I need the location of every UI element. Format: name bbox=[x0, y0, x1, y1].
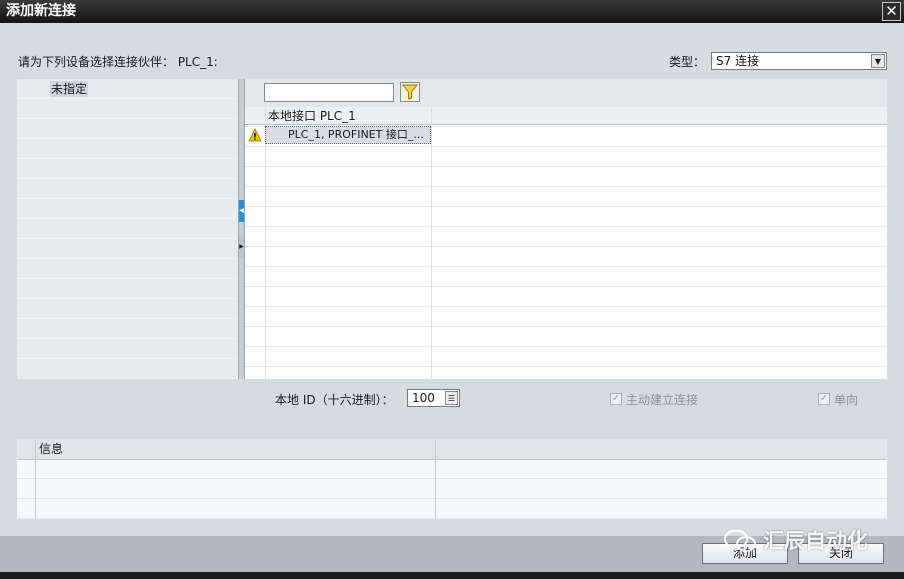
panel-splitter[interactable] bbox=[238, 79, 245, 379]
unidirectional-label: 单向 bbox=[834, 393, 859, 407]
wechat-icon bbox=[724, 529, 756, 552]
info-header-label: 信息 bbox=[39, 442, 64, 456]
table-row[interactable]: PLC_1, PROFINET 接口_... bbox=[265, 126, 431, 144]
filter-input[interactable] bbox=[264, 83, 394, 102]
column-divider bbox=[435, 439, 436, 519]
watermark-text: 汇辰自动化 bbox=[763, 529, 868, 553]
connection-options bbox=[17, 379, 887, 437]
tree-item-unspecified[interactable]: 未指定 bbox=[50, 81, 89, 97]
active-connection-checkbox[interactable]: ✓ bbox=[610, 393, 622, 405]
id-picker-icon[interactable]: ☰ bbox=[445, 391, 458, 405]
local-id-field[interactable]: 100 ☰ bbox=[407, 389, 460, 407]
chevron-down-icon[interactable]: ▼ bbox=[871, 54, 885, 68]
unidirectional-checkbox[interactable]: ✓ bbox=[818, 393, 830, 405]
add-connection-dialog: 添加新连接 ✕ 请为下列设备选择连接伙伴： PLC_1: 类型： S7 连接 ▼… bbox=[0, 0, 904, 579]
local-id-label: 本地 ID（十六进制）： bbox=[275, 393, 394, 407]
active-connection-label: 主动建立连接 bbox=[626, 393, 699, 407]
info-header: 信息 bbox=[17, 439, 887, 460]
interface-panel: 本地接口 PLC_1 PLC_1, PROFINET 接口_... bbox=[245, 79, 887, 379]
column-divider bbox=[35, 439, 36, 519]
window-bottom-edge bbox=[0, 572, 904, 579]
local-id-value: 100 bbox=[412, 391, 435, 405]
interface-grid: 本地接口 PLC_1 PLC_1, PROFINET 接口_... bbox=[245, 107, 887, 379]
dialog-title: 添加新连接 bbox=[6, 3, 76, 19]
filter-funnel-icon[interactable] bbox=[400, 82, 420, 102]
grid-header: 本地接口 PLC_1 bbox=[245, 107, 887, 125]
column-divider bbox=[265, 107, 266, 379]
info-panel: 信息 bbox=[17, 439, 887, 519]
collapse-left-icon[interactable]: ◀ bbox=[239, 200, 244, 222]
column-local-interface[interactable]: 本地接口 PLC_1 bbox=[268, 108, 356, 124]
title-bar: 添加新连接 ✕ bbox=[0, 0, 904, 23]
type-label: 类型： bbox=[669, 55, 706, 69]
type-dropdown[interactable]: S7 连接 ▼ bbox=[711, 52, 887, 70]
partner-prompt: 请为下列设备选择连接伙伴： PLC_1: bbox=[18, 55, 218, 69]
partner-tree: 未指定 bbox=[17, 79, 238, 379]
warning-icon bbox=[248, 128, 262, 142]
filter-bar bbox=[245, 79, 887, 107]
column-divider bbox=[431, 107, 432, 379]
expand-right-icon[interactable]: ▶ bbox=[239, 236, 244, 258]
type-dropdown-value: S7 连接 bbox=[716, 54, 760, 68]
close-icon[interactable]: ✕ bbox=[882, 2, 901, 21]
